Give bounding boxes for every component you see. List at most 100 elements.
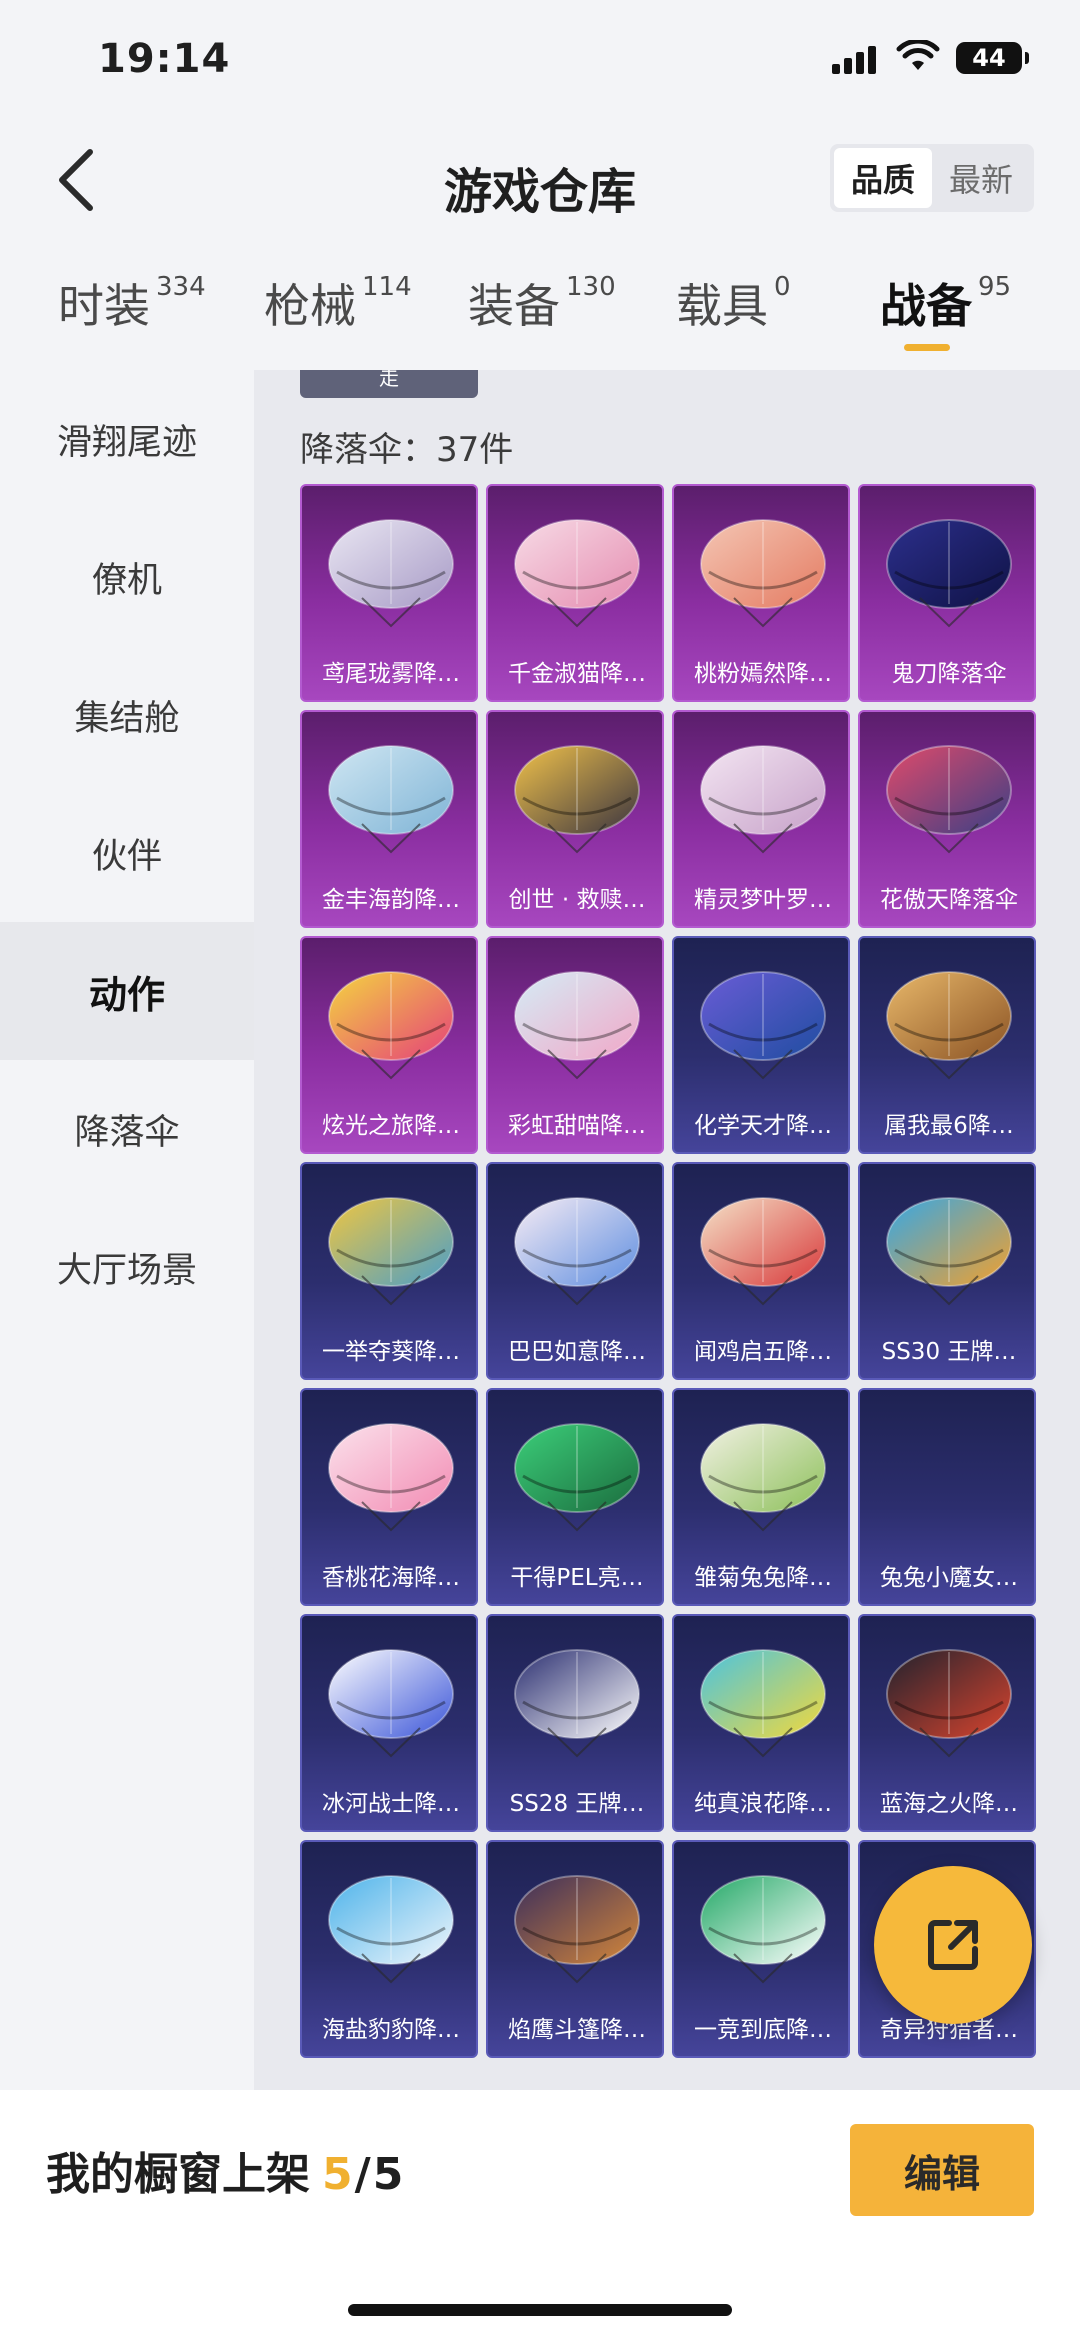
- bottom-bar: 我的橱窗上架 5 / 5 编辑: [0, 2090, 1080, 2339]
- parachute-name: 巴巴如意降…: [508, 1339, 646, 1365]
- tab-label: 装备: [468, 279, 560, 333]
- tab-weapons[interactable]: 枪械 114: [264, 270, 412, 336]
- parachute-name: SS28 王牌…: [509, 1791, 645, 1817]
- parachute-card[interactable]: 金丰海韵降…: [300, 710, 478, 928]
- parachute-name: 桃粉嫣然降…: [694, 661, 832, 687]
- tab-fashion[interactable]: 时装 334: [58, 270, 206, 336]
- parachute-card[interactable]: 冰河战士降…: [300, 1614, 478, 1832]
- tab-count: 114: [362, 272, 412, 302]
- parachute-name: 一竞到底降…: [694, 2017, 832, 2043]
- parachute-card[interactable]: 炫光之旅降…: [300, 936, 478, 1154]
- parachute-card[interactable]: 创世 · 救赎…: [486, 710, 664, 928]
- tab-battle-prep[interactable]: 战备 95: [880, 270, 1011, 336]
- parachute-card[interactable]: 香桃花海降…: [300, 1388, 478, 1606]
- sidebar-item-assembly-pod[interactable]: 集结舱: [0, 646, 254, 784]
- parachute-name: 金丰海韵降…: [322, 887, 460, 913]
- parachute-card[interactable]: 蓝海之火降…: [858, 1614, 1036, 1832]
- parachute-icon: [700, 519, 826, 628]
- tab-count: 334: [156, 272, 206, 302]
- active-tab-indicator: [904, 344, 950, 351]
- parachute-name: 海盐豹豹降…: [322, 2017, 460, 2043]
- parachute-icon: [886, 745, 1012, 854]
- parachute-icon: [328, 519, 454, 628]
- cellular-signal-icon: [832, 44, 878, 74]
- showcase-status: 我的橱窗上架 5 / 5: [46, 2138, 403, 2202]
- tab-label: 载具: [676, 279, 768, 333]
- parachute-card[interactable]: 雏菊兔兔降…: [672, 1388, 850, 1606]
- parachute-icon: [328, 745, 454, 854]
- parachute-card[interactable]: 焰鹰斗篷降…: [486, 1840, 664, 2058]
- parachute-card[interactable]: SS28 王牌…: [486, 1614, 664, 1832]
- parachute-card[interactable]: 闻鸡启五降…: [672, 1162, 850, 1380]
- parachute-icon: [886, 1649, 1012, 1758]
- parachute-icon: [328, 971, 454, 1080]
- tab-count: 130: [566, 272, 616, 302]
- parachute-card[interactable]: 千金淑猫降…: [486, 484, 664, 702]
- parachute-name: 炫光之旅降…: [322, 1113, 460, 1139]
- parachute-icon: [328, 1875, 454, 1984]
- parachute-name: 鸢尾珑雾降…: [322, 661, 460, 687]
- parachute-name: 彩虹甜喵降…: [508, 1113, 646, 1139]
- sidebar-item-lobby-scene[interactable]: 大厅场景: [0, 1198, 254, 1336]
- parachute-icon: [886, 1197, 1012, 1306]
- share-icon: [928, 1920, 978, 1970]
- parachute-name: 干得PEL亮…: [510, 1565, 644, 1591]
- parachute-card[interactable]: 干得PEL亮…: [486, 1388, 664, 1606]
- parachute-name: 冰河战士降…: [322, 1791, 460, 1817]
- sort-quality-option[interactable]: 品质: [834, 148, 932, 208]
- share-button[interactable]: [874, 1866, 1032, 2024]
- parachute-name: SS30 王牌…: [881, 1339, 1017, 1365]
- parachute-card[interactable]: 化学天才降…: [672, 936, 850, 1154]
- parachute-card[interactable]: 纯真浪花降…: [672, 1614, 850, 1832]
- parachute-card[interactable]: 鬼刀降落伞: [858, 484, 1036, 702]
- parachute-card[interactable]: 兔兔小魔女…: [858, 1388, 1036, 1606]
- tab-count: 95: [978, 272, 1012, 302]
- sidebar-item-emote[interactable]: 动作: [0, 922, 254, 1060]
- parachute-icon: [328, 1197, 454, 1306]
- edit-button[interactable]: 编辑: [850, 2124, 1034, 2216]
- parachute-card[interactable]: 一举夺葵降…: [300, 1162, 478, 1380]
- tab-equipment[interactable]: 装备 130: [468, 270, 616, 336]
- parachute-grid: 走 降落伞：37件 鸢尾珑雾降… 千金淑猫降… 桃粉嫣然降… 鬼刀降落伞 金丰海韵降… 创…: [254, 370, 1080, 2090]
- parachute-card[interactable]: 桃粉嫣然降…: [672, 484, 850, 702]
- tab-vehicles[interactable]: 载具 0: [676, 270, 791, 336]
- parachute-card[interactable]: 彩虹甜喵降…: [486, 936, 664, 1154]
- home-indicator: [348, 2304, 732, 2316]
- parachute-card[interactable]: 精灵梦叶罗…: [672, 710, 850, 928]
- parachute-name: 化学天才降…: [694, 1113, 832, 1139]
- category-tabs: 时装 334 枪械 114 装备 130 载具 0 战备 95: [0, 260, 1080, 370]
- parachute-icon: [514, 971, 640, 1080]
- sort-toggle: 品质 最新: [830, 144, 1034, 212]
- parachute-icon: [514, 1649, 640, 1758]
- parachute-name: 蓝海之火降…: [880, 1791, 1018, 1817]
- tab-count: 0: [774, 272, 791, 302]
- parachute-name: 焰鹰斗篷降…: [508, 2017, 646, 2043]
- sidebar-item-glide-trail[interactable]: 滑翔尾迹: [0, 370, 254, 508]
- parachute-icon: [514, 745, 640, 854]
- tab-label: 枪械: [264, 279, 356, 333]
- parachute-name: 闻鸡启五降…: [694, 1339, 832, 1365]
- parachute-name: 精灵梦叶罗…: [694, 887, 832, 913]
- parachute-icon: [886, 519, 1012, 628]
- tab-label: 战备: [880, 279, 972, 333]
- sidebar-item-companion[interactable]: 伙伴: [0, 784, 254, 922]
- sidebar-item-wingman[interactable]: 僚机: [0, 508, 254, 646]
- parachute-name: 一举夺葵降…: [322, 1339, 460, 1365]
- parachute-card[interactable]: 海盐豹豹降…: [300, 1840, 478, 2058]
- parachute-name: 属我最6降…: [884, 1113, 1014, 1139]
- sidebar-item-parachute[interactable]: 降落伞: [0, 1060, 254, 1198]
- parachute-name: 香桃花海降…: [322, 1565, 460, 1591]
- parachute-card[interactable]: 一竞到底降…: [672, 1840, 850, 2058]
- battery-icon: 44: [956, 42, 1029, 74]
- parachute-card[interactable]: 鸢尾珑雾降…: [300, 484, 478, 702]
- previous-section-button[interactable]: 走: [300, 370, 478, 398]
- parachute-card[interactable]: 巴巴如意降…: [486, 1162, 664, 1380]
- sort-newest-option[interactable]: 最新: [932, 148, 1030, 208]
- parachute-icon: [514, 519, 640, 628]
- parachute-icon: [514, 1197, 640, 1306]
- parachute-card[interactable]: 属我最6降…: [858, 936, 1036, 1154]
- parachute-icon: [328, 1649, 454, 1758]
- parachute-icon: [700, 1197, 826, 1306]
- parachute-card[interactable]: SS30 王牌…: [858, 1162, 1036, 1380]
- parachute-card[interactable]: 花傲天降落伞: [858, 710, 1036, 928]
